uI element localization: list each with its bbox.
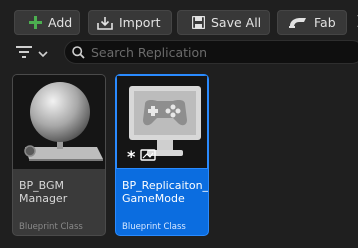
filter-icon xyxy=(16,43,32,62)
save-icon xyxy=(192,16,205,29)
search-box xyxy=(64,40,358,64)
save-all-label: Save All xyxy=(211,15,262,30)
import-icon xyxy=(97,16,113,30)
toolbar-overflow-button[interactable] xyxy=(350,10,358,35)
fab-button[interactable]: Fab xyxy=(277,10,347,35)
content-browser-toolbar: Add Import Save All Fab xyxy=(14,10,358,36)
fab-icon xyxy=(288,17,308,29)
plus-icon xyxy=(29,16,42,29)
asset-tile[interactable]: BP_BGM Manager Blueprint Class xyxy=(12,74,106,236)
svg-text:*: * xyxy=(127,147,136,166)
asset-thumbnail: * xyxy=(116,75,208,169)
search-icon xyxy=(72,45,85,59)
asset-name: BP_BGM Manager xyxy=(19,179,68,205)
gamemode-monitor-icon: * xyxy=(127,86,201,166)
sphere-icon xyxy=(24,82,103,161)
save-all-button[interactable]: Save All xyxy=(177,10,270,35)
fab-label: Fab xyxy=(314,15,336,30)
add-button[interactable]: Add xyxy=(14,10,80,35)
asset-tile-selected[interactable]: * BP_Replicaiton_ GameMode Blueprint Cla… xyxy=(115,74,209,236)
search-row xyxy=(0,40,358,64)
chevron-down-icon xyxy=(38,43,48,62)
import-label: Import xyxy=(119,15,161,30)
filter-dropdown[interactable] xyxy=(16,42,52,62)
import-button[interactable]: Import xyxy=(88,10,172,35)
asset-class: Blueprint Class xyxy=(122,222,186,232)
add-label: Add xyxy=(48,15,73,30)
asset-thumbnail xyxy=(13,75,105,169)
search-input[interactable] xyxy=(91,44,331,60)
asset-name: BP_Replicaiton_ GameMode xyxy=(122,179,209,205)
asset-class: Blueprint Class xyxy=(19,222,83,232)
